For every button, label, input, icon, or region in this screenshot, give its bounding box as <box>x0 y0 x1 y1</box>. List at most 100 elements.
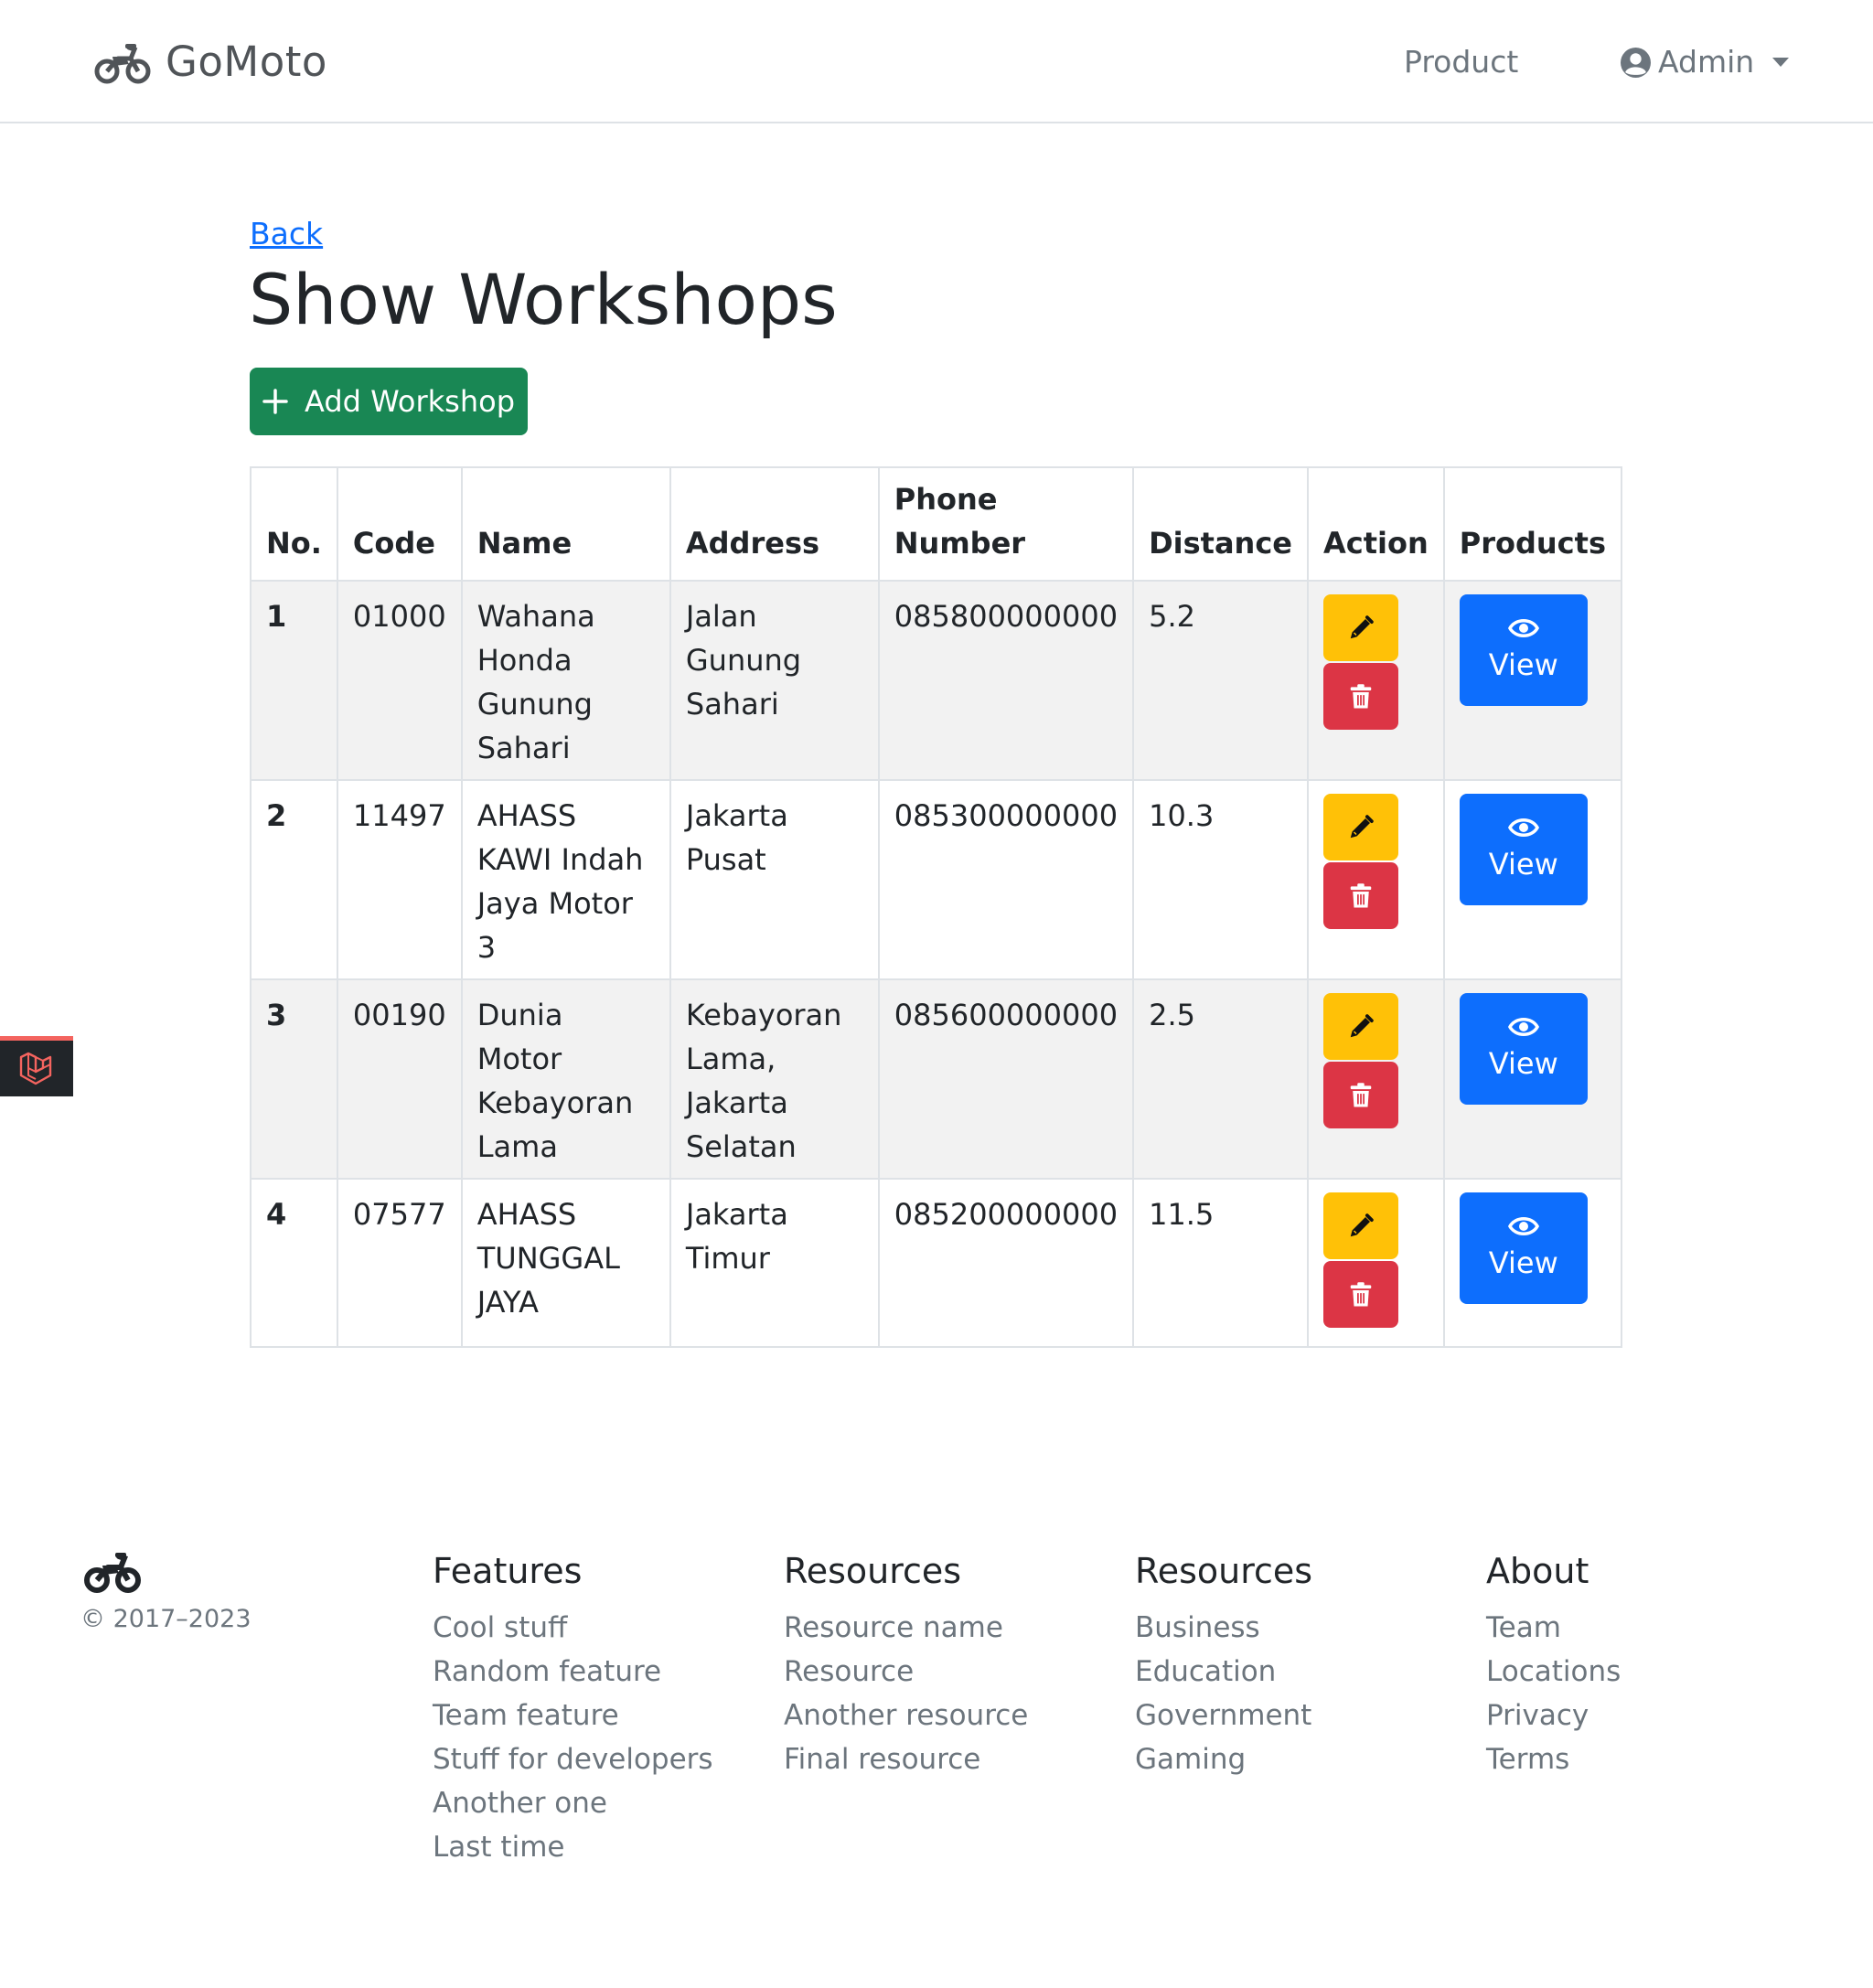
cell-action <box>1307 1178 1445 1348</box>
pencil-icon <box>1350 615 1374 638</box>
debugbar-toggle[interactable] <box>0 1036 73 1096</box>
header-distance: Distance <box>1132 466 1309 582</box>
view-label: View <box>1488 847 1558 882</box>
footer-link[interactable]: Team <box>1486 1606 1621 1650</box>
eye-icon <box>1507 616 1539 646</box>
view-products-button[interactable]: View <box>1459 794 1588 905</box>
eye-icon <box>1507 816 1539 845</box>
edit-button[interactable] <box>1323 594 1398 661</box>
footer-links: Business Education Government Gaming <box>1135 1606 1312 1781</box>
footer-links: Resource name Resource Another resource Fin… <box>784 1606 1028 1781</box>
footer-link[interactable]: Stuff for developers <box>433 1737 713 1781</box>
cell-action <box>1307 580 1445 781</box>
cell-products: View <box>1442 978 1623 1180</box>
trash-icon <box>1350 1082 1372 1106</box>
cell-code: 01000 <box>336 580 463 781</box>
trash-icon <box>1350 882 1372 907</box>
top-navbar: GoMoto Product Admin <box>0 0 1873 123</box>
cell-distance: 11.5 <box>1132 1178 1309 1348</box>
view-products-button[interactable]: View <box>1459 1192 1588 1304</box>
pencil-icon <box>1350 814 1374 838</box>
footer-column-about: About Team Locations Privacy Terms <box>1486 1549 1621 1781</box>
user-menu-label[interactable]: Admin <box>1658 44 1754 80</box>
cell-name: Wahana Honda Gunung Sahari <box>460 580 671 781</box>
cell-action <box>1307 978 1445 1180</box>
cell-distance: 2.5 <box>1132 978 1309 1180</box>
table-row: 3 00190 Dunia Motor Kebayoran Lama Kebay… <box>250 978 1623 1180</box>
footer-link[interactable]: Locations <box>1486 1650 1621 1694</box>
footer-link[interactable]: Last time <box>433 1825 713 1869</box>
add-workshop-button[interactable]: Add Workshop <box>250 368 528 435</box>
footer-link[interactable]: Cool stuff <box>433 1606 713 1650</box>
cell-no: 3 <box>250 978 338 1180</box>
footer-link[interactable]: Final resource <box>784 1737 1028 1781</box>
cell-phone: 085600000000 <box>877 978 1135 1180</box>
footer-column-title: About <box>1486 1551 1589 1591</box>
view-products-button[interactable]: View <box>1459 594 1588 706</box>
cell-name: Dunia Motor Kebayoran Lama <box>460 978 671 1180</box>
footer-column-title: Resources <box>784 1551 962 1591</box>
header-no: No. <box>250 466 338 582</box>
eye-icon <box>1507 1214 1539 1244</box>
header-phone-line2: Number <box>894 526 1026 561</box>
edit-button[interactable] <box>1323 993 1398 1060</box>
footer-column-title: Features <box>433 1551 583 1591</box>
footer-links: Team Locations Privacy Terms <box>1486 1606 1621 1781</box>
footer-link[interactable]: Government <box>1135 1694 1312 1737</box>
footer-link[interactable]: Another resource <box>784 1694 1028 1737</box>
back-link[interactable]: Back <box>250 216 323 252</box>
footer-link[interactable]: Another one <box>433 1781 713 1825</box>
header-phone-line1: Phone <box>894 482 998 517</box>
cell-phone: 085200000000 <box>877 1178 1135 1348</box>
view-products-button[interactable]: View <box>1459 993 1588 1105</box>
motorcycle-icon <box>80 1547 144 1595</box>
trash-icon <box>1350 1281 1372 1306</box>
cell-distance: 10.3 <box>1132 779 1309 980</box>
user-circle-icon <box>1621 47 1651 78</box>
eye-icon <box>1507 1015 1539 1044</box>
cell-action <box>1307 779 1445 980</box>
footer-link[interactable]: Education <box>1135 1650 1312 1694</box>
footer-column-resources-2: Resources Business Education Government Gam… <box>1135 1549 1312 1781</box>
cell-address: Jakarta Timur <box>669 1178 880 1348</box>
table-row: 2 11497 AHASS KAWI Indah Jaya Motor 3 Ja… <box>250 779 1623 980</box>
add-workshop-label: Add Workshop <box>305 384 515 419</box>
footer-link[interactable]: Resource <box>784 1650 1028 1694</box>
footer-link[interactable]: Resource name <box>784 1606 1028 1650</box>
brand-link[interactable]: GoMoto <box>94 38 327 86</box>
footer-link[interactable]: Team feature <box>433 1694 713 1737</box>
footer-link[interactable]: Gaming <box>1135 1737 1312 1781</box>
footer-links: Cool stuff Random feature Team feature Stuf… <box>433 1606 713 1869</box>
delete-button[interactable] <box>1323 1062 1398 1128</box>
delete-button[interactable] <box>1323 862 1398 929</box>
edit-button[interactable] <box>1323 1192 1398 1259</box>
view-label: View <box>1488 647 1558 682</box>
nav-product-link[interactable]: Product <box>1404 44 1518 80</box>
cell-distance: 5.2 <box>1132 580 1309 781</box>
delete-button[interactable] <box>1323 1261 1398 1328</box>
edit-button[interactable] <box>1323 794 1398 860</box>
pencil-icon <box>1350 1213 1374 1236</box>
header-code: Code <box>336 466 463 582</box>
cell-phone: 085800000000 <box>877 580 1135 781</box>
cell-products: View <box>1442 1178 1623 1348</box>
table-header-row: No. Code Name Address Phone Number Distan… <box>250 466 1623 582</box>
footer-link[interactable]: Random feature <box>433 1650 713 1694</box>
view-label: View <box>1488 1245 1558 1280</box>
header-address: Address <box>669 466 880 582</box>
user-menu-dropdown[interactable]: Admin <box>1621 44 1790 80</box>
pencil-icon <box>1350 1013 1374 1037</box>
footer-link[interactable]: Business <box>1135 1606 1312 1650</box>
brand-name[interactable]: GoMoto <box>166 38 327 86</box>
copyright-text: © 2017–2023 <box>80 1605 252 1633</box>
header-action: Action <box>1307 466 1445 582</box>
trash-icon <box>1350 683 1372 708</box>
footer-link[interactable]: Privacy <box>1486 1694 1621 1737</box>
footer-column-resources: Resources Resource name Resource Another r… <box>784 1549 1028 1781</box>
cell-name: AHASS KAWI Indah Jaya Motor 3 <box>460 779 671 980</box>
delete-button[interactable] <box>1323 663 1398 730</box>
cell-no: 2 <box>250 779 338 980</box>
header-name: Name <box>460 466 671 582</box>
footer-link[interactable]: Terms <box>1486 1737 1621 1781</box>
table-row: 1 01000 Wahana Honda Gunung Sahari Jalan… <box>250 580 1623 781</box>
